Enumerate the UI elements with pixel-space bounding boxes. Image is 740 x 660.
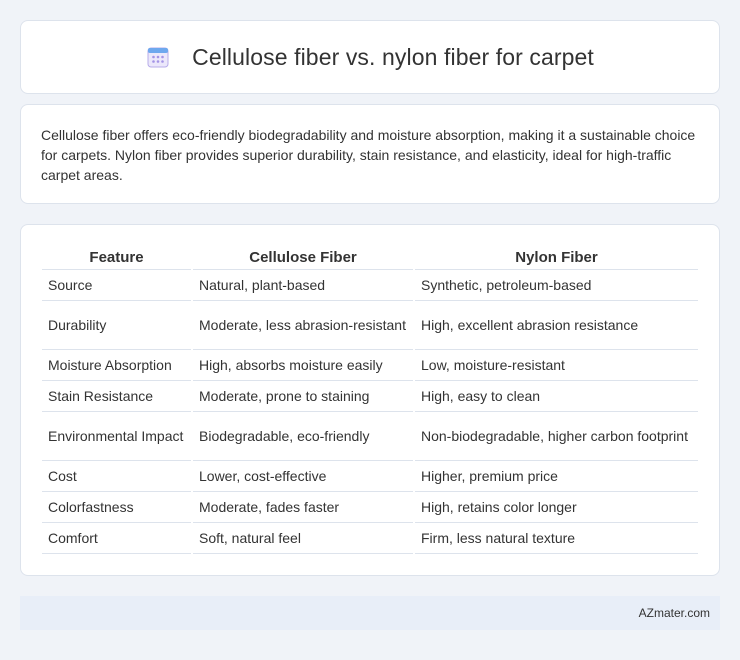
footer-bar: AZmater.com xyxy=(20,596,720,630)
summary-card: Cellulose fiber offers eco-friendly biod… xyxy=(20,104,720,204)
table-row: Moisture Absorption High, absorbs moistu… xyxy=(42,349,698,381)
row-feature: Stain Resistance xyxy=(42,380,192,412)
row-cellulose: Moderate, fades faster xyxy=(191,491,414,523)
row-feature: Cost xyxy=(42,460,192,492)
row-feature: Environmental Impact xyxy=(42,411,192,461)
row-feature: Source xyxy=(42,269,192,301)
title-card: Cellulose fiber vs. nylon fiber for carp… xyxy=(20,20,720,94)
row-cellulose: Moderate, less abrasion-resistant xyxy=(191,300,414,350)
row-nylon: Low, moisture-resistant xyxy=(413,349,698,381)
summary-text: Cellulose fiber offers eco-friendly biod… xyxy=(41,127,696,183)
page-title: Cellulose fiber vs. nylon fiber for carp… xyxy=(192,43,594,70)
table-row: Cost Lower, cost-effective Higher, premi… xyxy=(42,460,698,492)
row-nylon: Synthetic, petroleum-based xyxy=(413,269,698,301)
row-cellulose: Natural, plant-based xyxy=(191,269,414,301)
row-nylon: High, retains color longer xyxy=(413,491,698,523)
row-cellulose: Lower, cost-effective xyxy=(191,460,414,492)
header-cellulose: Cellulose Fiber xyxy=(191,245,414,270)
header-feature: Feature xyxy=(42,245,192,270)
comparison-table-card: Feature Cellulose Fiber Nylon Fiber Sour… xyxy=(20,224,720,576)
row-nylon: Non-biodegradable, higher carbon footpri… xyxy=(413,411,698,461)
row-feature: Durability xyxy=(42,300,192,350)
row-cellulose: Biodegradable, eco-friendly xyxy=(191,411,414,461)
row-nylon: Firm, less natural texture xyxy=(413,522,698,554)
row-nylon: High, easy to clean xyxy=(413,380,698,412)
calendar-icon xyxy=(146,45,170,69)
row-cellulose: Moderate, prone to staining xyxy=(191,380,414,412)
title-wrap: Cellulose fiber vs. nylon fiber for carp… xyxy=(146,44,594,71)
table-row: Source Natural, plant-based Synthetic, p… xyxy=(42,269,698,301)
table-row: Comfort Soft, natural feel Firm, less na… xyxy=(42,522,698,554)
table-row: Durability Moderate, less abrasion-resis… xyxy=(42,300,698,350)
table-row: Colorfastness Moderate, fades faster Hig… xyxy=(42,491,698,523)
row-feature: Moisture Absorption xyxy=(42,349,192,381)
table-row: Environmental Impact Biodegradable, eco-… xyxy=(42,411,698,461)
footer-brand[interactable]: AZmater.com xyxy=(639,606,710,620)
row-feature: Colorfastness xyxy=(42,491,192,523)
comparison-table: Feature Cellulose Fiber Nylon Fiber Sour… xyxy=(42,245,698,554)
header-nylon: Nylon Fiber xyxy=(413,245,698,270)
row-cellulose: Soft, natural feel xyxy=(191,522,414,554)
row-nylon: High, excellent abrasion resistance xyxy=(413,300,698,350)
row-cellulose: High, absorbs moisture easily xyxy=(191,349,414,381)
row-feature: Comfort xyxy=(42,522,192,554)
table-header-row: Feature Cellulose Fiber Nylon Fiber xyxy=(42,245,698,270)
row-nylon: Higher, premium price xyxy=(413,460,698,492)
table-row: Stain Resistance Moderate, prone to stai… xyxy=(42,380,698,412)
